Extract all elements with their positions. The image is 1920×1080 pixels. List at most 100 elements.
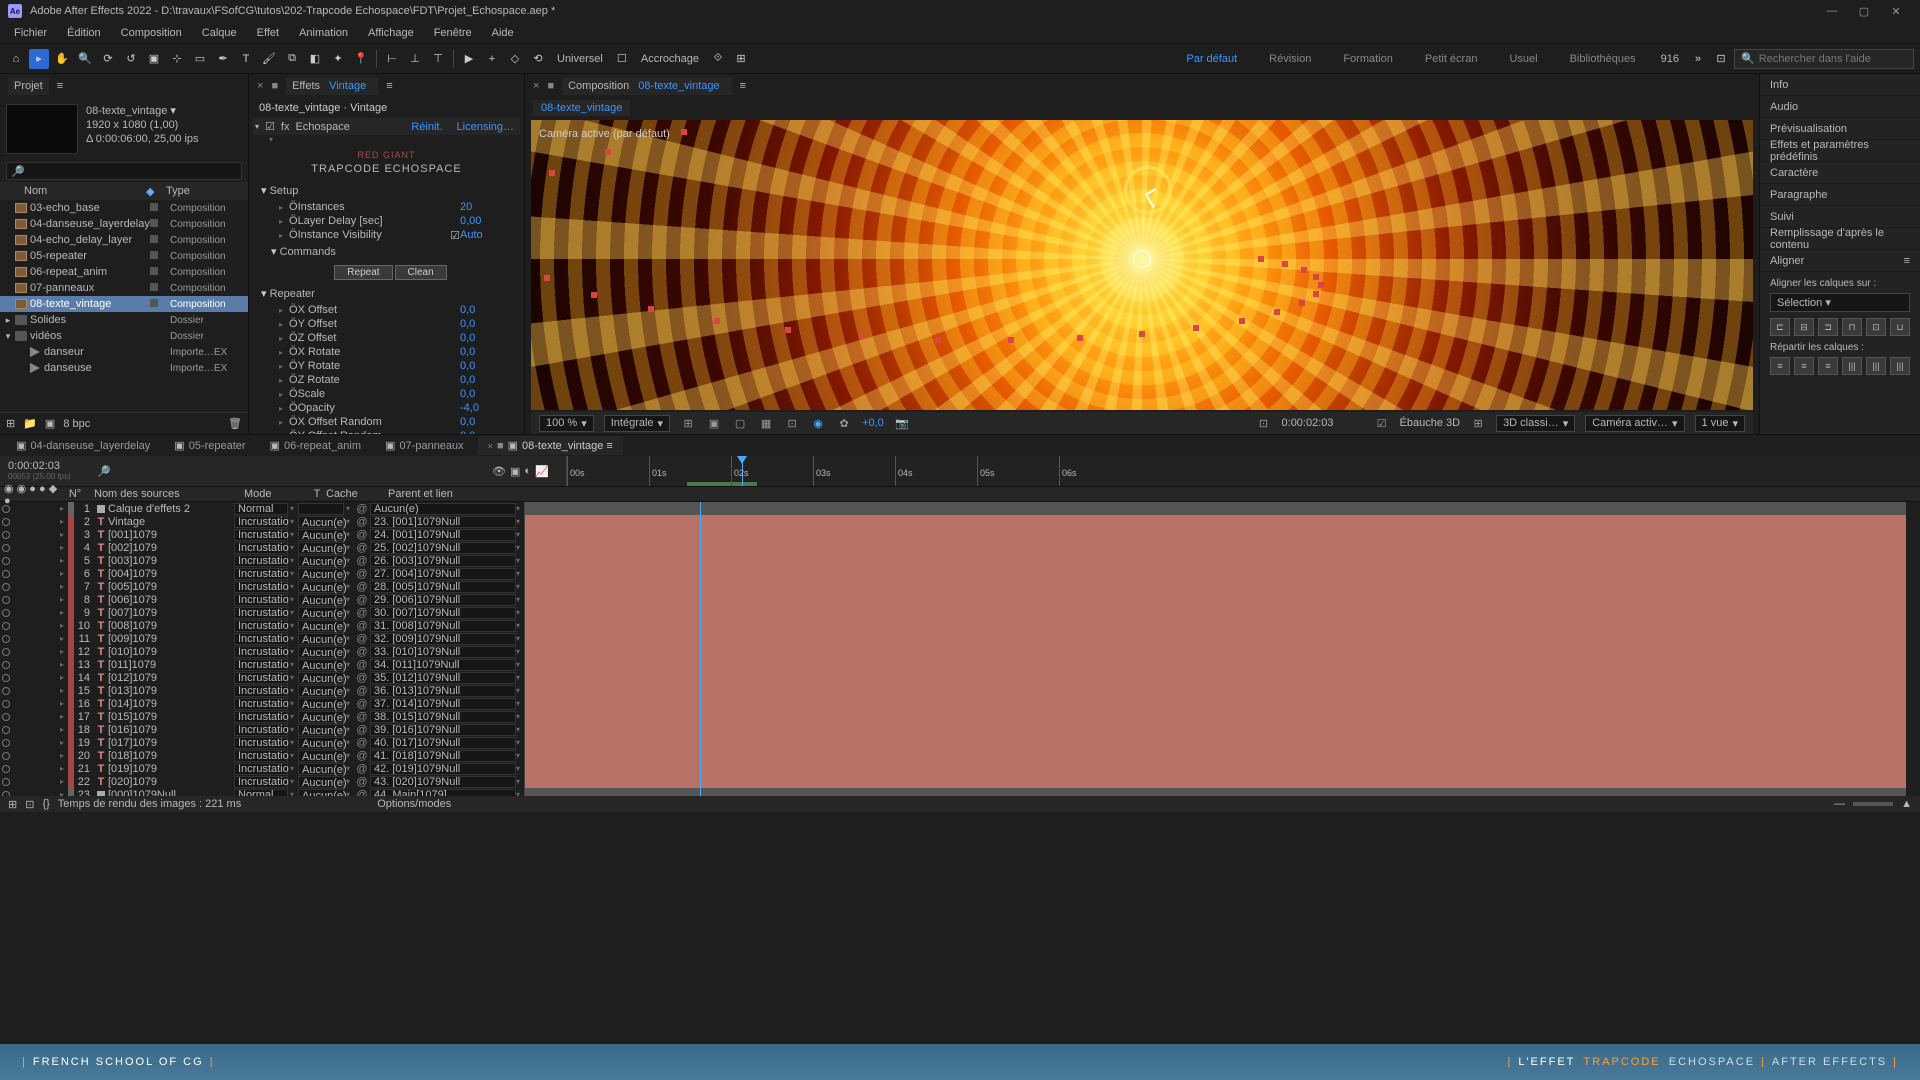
sync-icon[interactable]: ⊡ bbox=[1711, 49, 1731, 69]
visibility-toggle[interactable] bbox=[2, 596, 10, 604]
group-repeater[interactable]: ▾ Repeater bbox=[261, 284, 520, 303]
pickwhip-icon[interactable]: @ bbox=[354, 581, 370, 593]
menu-animation[interactable]: Animation bbox=[289, 25, 358, 41]
align-hcenter-button[interactable]: ⊟ bbox=[1794, 318, 1814, 336]
pickwhip-icon[interactable]: @ bbox=[354, 724, 370, 736]
layer-duration-bar[interactable] bbox=[525, 632, 1906, 645]
pickwhip-icon[interactable]: @ bbox=[354, 516, 370, 528]
layer-handle[interactable] bbox=[1282, 261, 1288, 267]
layer-duration-bar[interactable] bbox=[525, 762, 1906, 775]
timeline-tab[interactable]: ▣ 07-panneaux bbox=[375, 436, 474, 455]
track-matte-dropdown[interactable]: Aucun(e) bbox=[298, 529, 344, 541]
prop-y-rotate[interactable]: ▸Ö Y Rotate0,0 bbox=[261, 359, 520, 373]
pickwhip-icon[interactable]: @ bbox=[354, 685, 370, 697]
parent-dropdown[interactable]: 35. [012]1079Null bbox=[370, 672, 516, 684]
visibility-toggle[interactable] bbox=[2, 791, 10, 797]
visibility-toggle[interactable] bbox=[2, 687, 10, 695]
blend-mode-dropdown[interactable]: Incrustatio bbox=[234, 659, 288, 671]
track-matte-dropdown[interactable]: Aucun(e) bbox=[298, 659, 344, 671]
layer-duration-bar[interactable] bbox=[525, 684, 1906, 697]
track-matte-dropdown[interactable] bbox=[298, 503, 344, 515]
help-search-input[interactable]: 🔍 Rechercher dans l'aide bbox=[1734, 49, 1914, 69]
parent-dropdown[interactable]: 24. [001]1079Null bbox=[370, 529, 516, 541]
layer-row[interactable]: ▸21T[019]1079Incrustatio▾Aucun(e)▾@42. [… bbox=[0, 762, 1920, 775]
reset-link[interactable]: Réinit. bbox=[407, 121, 446, 133]
layer-duration-bar[interactable] bbox=[525, 554, 1906, 567]
panel-remplissage-d'après-le-contenu[interactable]: Remplissage d'après le contenu bbox=[1760, 228, 1920, 250]
project-item[interactable]: 04-danseuse_layerdelayComposition bbox=[0, 216, 248, 232]
add-button[interactable]: + bbox=[482, 49, 502, 69]
world-axis-button[interactable]: ⊥ bbox=[405, 49, 425, 69]
align-bottom-button[interactable]: ⊔ bbox=[1890, 318, 1910, 336]
tab-project[interactable]: Projet bbox=[8, 77, 49, 95]
snapshot-icon[interactable]: 📷 bbox=[894, 417, 910, 430]
project-item[interactable]: 04-echo_delay_layerComposition bbox=[0, 232, 248, 248]
prop-z-rotate[interactable]: ▸Ö Z Rotate0,0 bbox=[261, 373, 520, 387]
prop-z-offset[interactable]: ▸Ö Z Offset0,0 bbox=[261, 331, 520, 345]
track-matte-dropdown[interactable]: Aucun(e) bbox=[298, 594, 344, 606]
lock-icon[interactable]: ■ bbox=[271, 80, 278, 92]
lock-icon[interactable]: ■ bbox=[547, 80, 554, 92]
layer-handle[interactable] bbox=[1239, 318, 1245, 324]
layer-handle[interactable] bbox=[935, 337, 941, 343]
project-item[interactable]: ▾vidéosDossier bbox=[0, 328, 248, 344]
layer-row[interactable]: ▸8T[006]1079Incrustatio▾Aucun(e)▾@29. [0… bbox=[0, 593, 1920, 606]
parent-dropdown[interactable]: 29. [006]1079Null bbox=[370, 594, 516, 606]
pickwhip-icon[interactable]: @ bbox=[354, 633, 370, 645]
layer-row[interactable]: ▸23[000]1079NullNormal▾Aucun(e)▾@44. Mai… bbox=[0, 788, 1920, 796]
visibility-toggle[interactable] bbox=[2, 622, 10, 630]
pickwhip-icon[interactable]: @ bbox=[354, 672, 370, 684]
layer-row[interactable]: ▸4T[002]1079Incrustatio▾Aucun(e)▾@25. [0… bbox=[0, 541, 1920, 554]
effect-echospace-header[interactable]: ▾ ☑ fx Echospace Réinit. Licensing… bbox=[253, 118, 520, 135]
layer-handle[interactable] bbox=[860, 333, 866, 339]
pickwhip-icon[interactable]: @ bbox=[354, 594, 370, 606]
visibility-toggle[interactable] bbox=[2, 648, 10, 656]
timeline-tab[interactable]: ▣ 05-repeater bbox=[164, 436, 255, 455]
blend-mode-dropdown[interactable]: Incrustatio bbox=[234, 737, 288, 749]
layer-duration-bar[interactable] bbox=[525, 606, 1906, 619]
parent-dropdown[interactable]: 34. [011]1079Null bbox=[370, 659, 516, 671]
puppet-tool[interactable]: 📍 bbox=[351, 49, 371, 69]
layer-handle[interactable] bbox=[1313, 291, 1319, 297]
menu-fenêtre[interactable]: Fenêtre bbox=[424, 25, 482, 41]
panel-align-header[interactable]: Aligner≡ bbox=[1760, 250, 1920, 272]
snap-checkbox[interactable]: ☐ bbox=[612, 49, 632, 69]
view-layout-dropdown[interactable]: 1 vue ▾ bbox=[1695, 415, 1745, 432]
refresh-button[interactable]: ⟲ bbox=[528, 49, 548, 69]
dist-vcenter-button[interactable]: ≡ bbox=[1794, 357, 1814, 375]
layer-handle[interactable] bbox=[1299, 300, 1305, 306]
composition-viewer[interactable]: Caméra active (par défaut) bbox=[531, 120, 1753, 410]
layer-handle[interactable] bbox=[1139, 331, 1145, 337]
prop-x-rotate[interactable]: ▸Ö X Rotate0,0 bbox=[261, 345, 520, 359]
expand-button[interactable]: » bbox=[1688, 49, 1708, 69]
parent-dropdown[interactable]: 44. Main[1079] bbox=[370, 789, 516, 797]
local-axis-button[interactable]: ⊢ bbox=[382, 49, 402, 69]
pickwhip-icon[interactable]: @ bbox=[354, 542, 370, 554]
grid-icon[interactable]: ▦ bbox=[758, 417, 774, 430]
track-matte-dropdown[interactable]: Aucun(e) bbox=[298, 516, 344, 528]
zoom-out-icon[interactable]: — bbox=[1834, 798, 1845, 810]
minimize-button[interactable]: — bbox=[1816, 0, 1848, 22]
panel-audio[interactable]: Audio bbox=[1760, 96, 1920, 118]
layer-duration-bar[interactable] bbox=[525, 658, 1906, 671]
layer-handle[interactable] bbox=[785, 327, 791, 333]
orbit-tool[interactable]: ⟳ bbox=[98, 49, 118, 69]
graph-editor-icon[interactable]: 📈 bbox=[535, 465, 549, 478]
track-matte-dropdown[interactable]: Aucun(e) bbox=[298, 581, 344, 593]
layer-duration-bar[interactable] bbox=[525, 749, 1906, 762]
new-folder-icon[interactable]: 📁 bbox=[23, 417, 37, 430]
timeline-tab[interactable]: ▣ 04-danseuse_layerdelay bbox=[6, 436, 160, 455]
pickwhip-icon[interactable]: @ bbox=[354, 646, 370, 658]
visibility-toggle[interactable] bbox=[2, 765, 10, 773]
pickwhip-icon[interactable]: @ bbox=[354, 763, 370, 775]
track-matte-dropdown[interactable]: Aucun(e) bbox=[298, 568, 344, 580]
parent-dropdown[interactable]: 26. [003]1079Null bbox=[370, 555, 516, 567]
workspace-formation[interactable]: Formation bbox=[1327, 53, 1409, 65]
clone-tool[interactable]: ⧉ bbox=[282, 49, 302, 69]
guides-icon[interactable]: ⊡ bbox=[784, 417, 800, 430]
blend-mode-dropdown[interactable]: Normal bbox=[234, 789, 288, 797]
visibility-toggle[interactable] bbox=[2, 713, 10, 721]
snap-opt1-icon[interactable]: ⟐ bbox=[708, 49, 728, 69]
align-left-button[interactable]: ⊏ bbox=[1770, 318, 1790, 336]
workspace-usuel[interactable]: Usuel bbox=[1493, 53, 1553, 65]
